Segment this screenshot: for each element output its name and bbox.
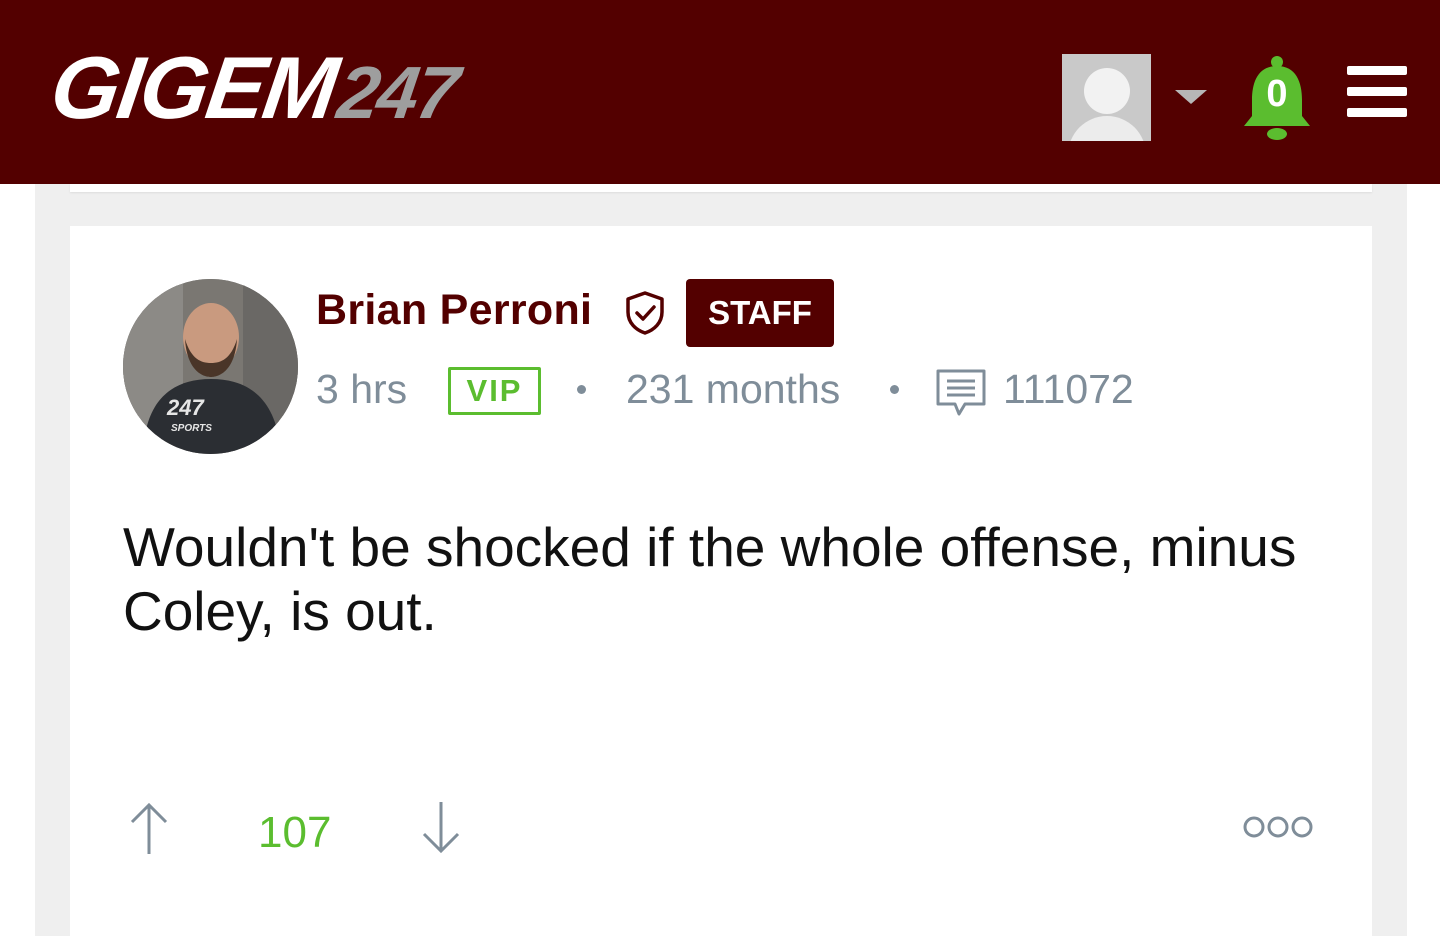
- post-time[interactable]: 3 hrs: [316, 364, 407, 414]
- user-avatar[interactable]: [1062, 54, 1151, 141]
- separator-dot: [890, 385, 899, 394]
- member-tenure: 231 months: [626, 366, 841, 412]
- hamburger-menu-icon[interactable]: [1347, 66, 1407, 118]
- author-avatar[interactable]: 247 SPORTS: [123, 279, 298, 454]
- logo-number: 247: [332, 51, 463, 134]
- downvote-arrow-icon[interactable]: [420, 800, 462, 856]
- comment-icon: [936, 369, 986, 416]
- staff-badge: STAFF: [686, 279, 834, 347]
- previous-card-edge: [70, 184, 1372, 192]
- post-count: 111072: [1003, 366, 1134, 412]
- svg-text:247: 247: [166, 395, 205, 420]
- upvote-arrow-icon[interactable]: [128, 800, 170, 856]
- more-options-icon[interactable]: [1242, 814, 1314, 840]
- separator-dot: [577, 385, 586, 394]
- post-body: Wouldn't be shocked if the whole offense…: [123, 516, 1297, 642]
- vip-badge: VIP: [448, 367, 541, 415]
- vote-count: 107: [258, 808, 332, 857]
- svg-text:SPORTS: SPORTS: [171, 423, 212, 434]
- logo-brand: GIGEM: [45, 38, 343, 137]
- notification-count: 0: [1266, 73, 1288, 115]
- chevron-down-icon[interactable]: [1175, 90, 1207, 104]
- author-name[interactable]: Brian Perroni: [316, 286, 592, 335]
- site-header: GIGEM 247 0: [0, 0, 1440, 184]
- site-logo[interactable]: GIGEM 247: [45, 38, 464, 138]
- verified-shield-icon: [626, 291, 664, 335]
